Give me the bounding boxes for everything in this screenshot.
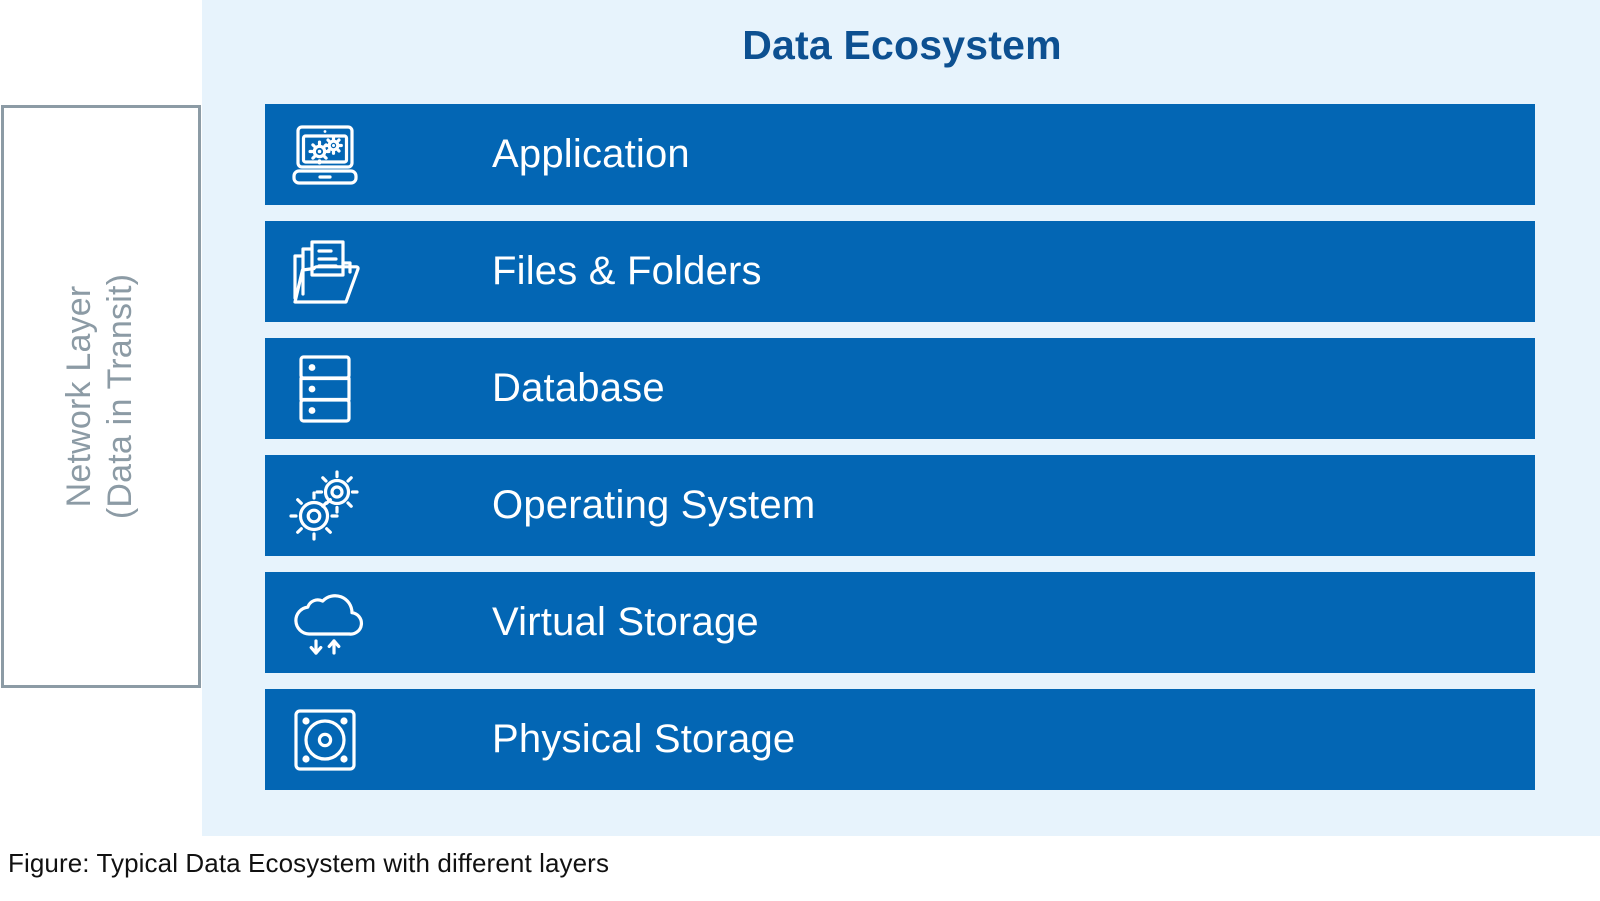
laptop-gears-icon bbox=[265, 104, 385, 205]
ecosystem-panel: Data Ecosystem Application Files & Folde… bbox=[202, 0, 1600, 836]
folder-documents-icon bbox=[265, 221, 385, 322]
layer-label: Files & Folders bbox=[492, 249, 762, 293]
page-title: Data Ecosystem bbox=[742, 22, 1062, 68]
layer-row-files-and-folders[interactable]: Files & Folders bbox=[265, 221, 1535, 322]
layer-row-application[interactable]: Application bbox=[265, 104, 1535, 205]
server-rack-icon bbox=[265, 338, 385, 439]
layer-label: Database bbox=[492, 366, 665, 410]
network-layer-panel: Network Layer (Data in Transit) bbox=[1, 105, 201, 688]
network-layer-line-2: (Data in Transit) bbox=[102, 273, 141, 520]
layer-row-operating-system[interactable]: Operating System bbox=[265, 455, 1535, 556]
layer-label: Physical Storage bbox=[492, 717, 796, 761]
layer-list: Application Files & Folders Database Ope… bbox=[265, 104, 1535, 790]
cloud-sync-icon bbox=[265, 572, 385, 673]
layer-label: Operating System bbox=[492, 483, 816, 527]
data-ecosystem-figure: Data Ecosystem Application Files & Folde… bbox=[0, 0, 1600, 901]
gears-icon bbox=[265, 455, 385, 556]
network-layer-line-1: Network Layer bbox=[60, 285, 99, 508]
layer-row-virtual-storage[interactable]: Virtual Storage bbox=[265, 572, 1535, 673]
layer-row-physical-storage[interactable]: Physical Storage bbox=[265, 689, 1535, 790]
hard-disk-icon bbox=[265, 689, 385, 790]
network-layer-label: Network Layer (Data in Transit) bbox=[60, 274, 143, 519]
layer-label: Application bbox=[492, 132, 690, 176]
layer-label: Virtual Storage bbox=[492, 600, 759, 644]
layer-row-database[interactable]: Database bbox=[265, 338, 1535, 439]
figure-caption: Figure: Typical Data Ecosystem with diff… bbox=[8, 848, 610, 878]
